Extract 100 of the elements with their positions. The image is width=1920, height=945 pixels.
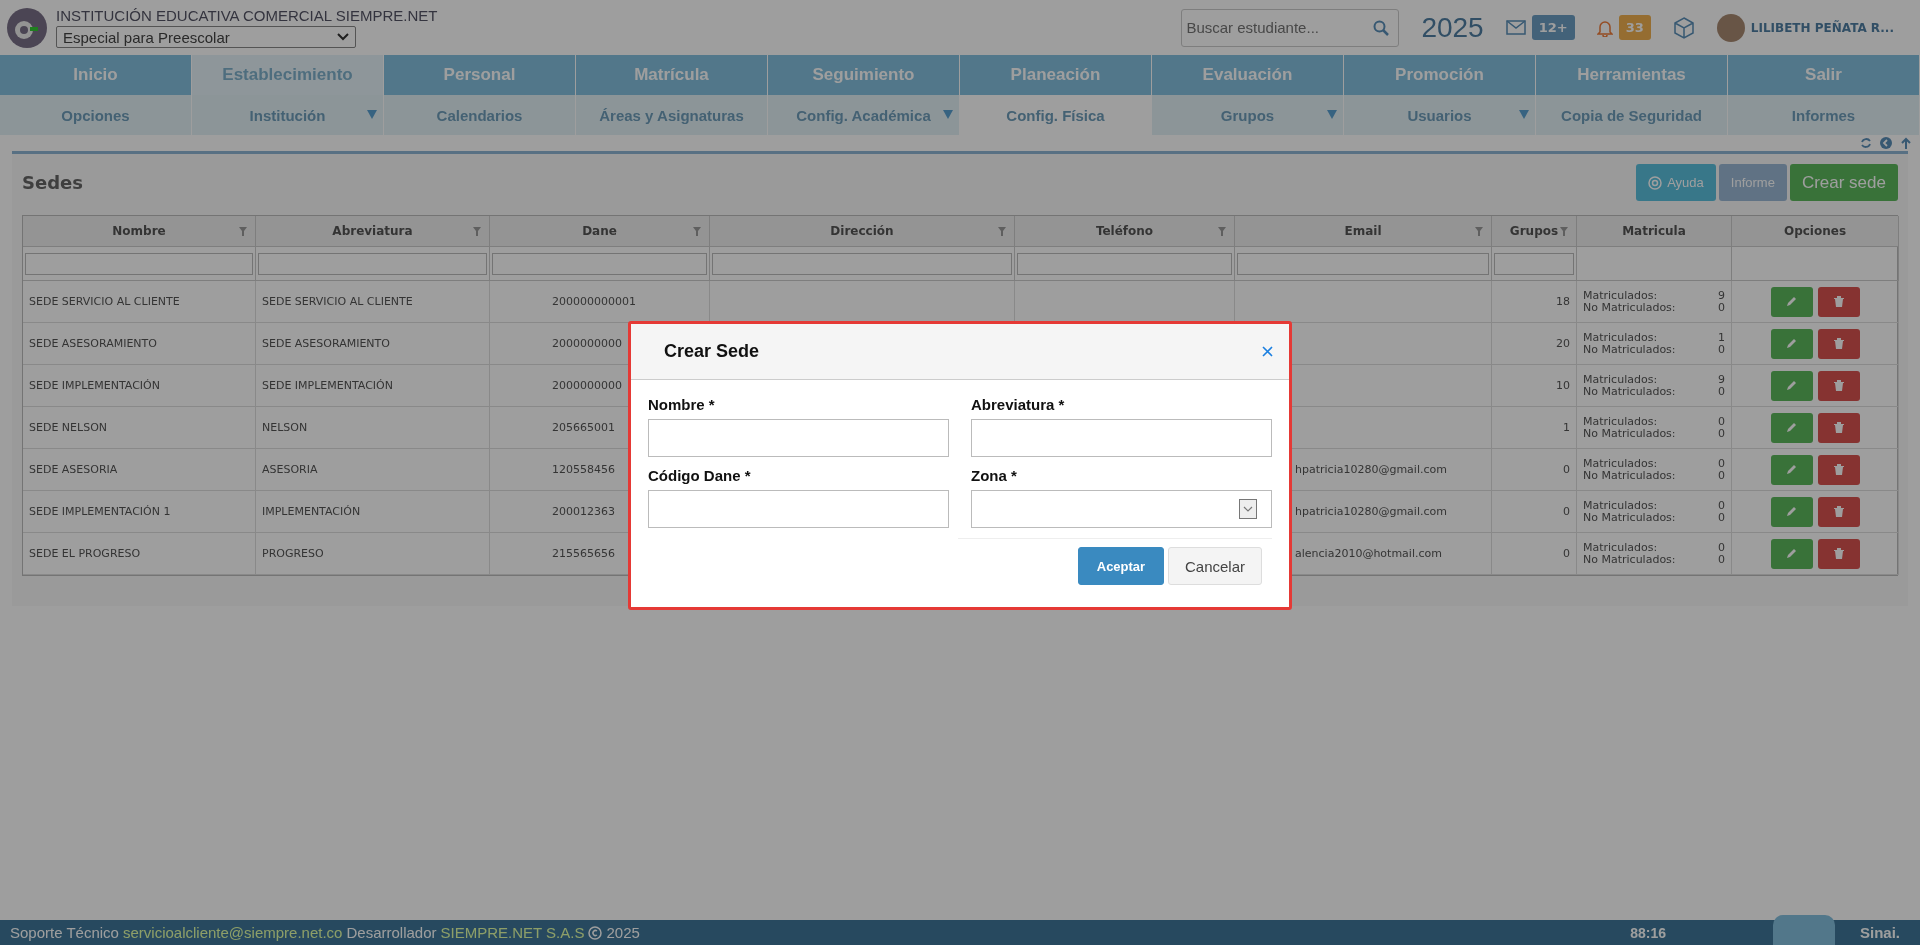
year-label: 2025 <box>1421 11 1484 44</box>
close-icon <box>1262 346 1273 357</box>
chevron-down-icon <box>337 33 349 41</box>
edit-button[interactable] <box>1770 496 1813 527</box>
filter-field[interactable] <box>492 252 707 275</box>
arrow-up-icon[interactable] <box>1900 137 1912 149</box>
edit-button[interactable] <box>1770 454 1813 485</box>
filter-field[interactable] <box>1017 252 1232 275</box>
pencil-icon <box>1786 380 1797 391</box>
table-cell: hpatricia10280@gmail.com <box>1295 505 1447 518</box>
filter-icon[interactable] <box>1560 226 1568 236</box>
filter-icon[interactable] <box>1218 226 1226 236</box>
filter-field[interactable] <box>712 252 1012 275</box>
help-button[interactable]: Ayuda <box>1636 164 1716 201</box>
chat-button[interactable] <box>1773 915 1835 945</box>
search-field[interactable]: Buscar estudiante... <box>1181 8 1400 47</box>
trash-icon <box>1833 548 1844 559</box>
delete-button[interactable] <box>1817 412 1860 443</box>
select-field[interactable] <box>971 490 1272 528</box>
sub-menu-tab[interactable]: Áreas y Asignaturas <box>576 95 768 135</box>
sub-menu-tab[interactable]: Informes <box>1728 95 1920 135</box>
pencil-icon <box>1786 464 1797 475</box>
main-menu-tab[interactable]: Promoción <box>1344 55 1536 95</box>
column-header[interactable]: Email <box>1235 216 1492 247</box>
main-menu-tab[interactable]: Inicio <box>0 55 192 95</box>
table-cell: PROGRESO <box>262 547 324 560</box>
column-header[interactable]: Grupos <box>1492 216 1577 247</box>
caret-icon <box>367 110 377 119</box>
caret-icon <box>1519 110 1529 119</box>
refresh-icon[interactable] <box>1860 137 1872 149</box>
filter-icon[interactable] <box>998 226 1006 236</box>
main-menu-tab[interactable]: Seguimiento <box>768 55 960 95</box>
delete-button[interactable] <box>1817 286 1860 317</box>
user-avatar[interactable] <box>1716 13 1745 42</box>
support-email-link[interactable]: servicioalcliente@siempre.net.co <box>122 924 343 941</box>
edit-button[interactable] <box>1770 370 1813 401</box>
cancel-button[interactable]: Cancelar <box>1167 547 1262 585</box>
filter-icon[interactable] <box>693 226 701 236</box>
sub-menu-tab[interactable]: Usuarios <box>1344 95 1536 135</box>
main-menu-tab[interactable]: Herramientas <box>1536 55 1728 95</box>
sub-menu-tab[interactable]: Opciones <box>0 95 192 135</box>
enrollment-count: 0 <box>1718 427 1725 440</box>
cube-icon[interactable] <box>1672 16 1695 39</box>
program-select[interactable]: Especial para Preescolar <box>56 26 356 48</box>
delete-button[interactable] <box>1817 328 1860 359</box>
report-button[interactable]: Informe <box>1718 164 1787 201</box>
column-header[interactable]: Dane <box>490 216 710 247</box>
sub-menu-tab[interactable]: Institución <box>192 95 384 135</box>
search-icon[interactable] <box>1373 19 1390 36</box>
trash-icon <box>1833 296 1844 307</box>
sub-menu-tab[interactable]: Grupos <box>1152 95 1344 135</box>
column-header[interactable]: Matricula <box>1577 216 1732 247</box>
bell-icon[interactable] <box>1596 18 1613 37</box>
main-menu-tab[interactable]: Evaluación <box>1152 55 1344 95</box>
edit-button[interactable] <box>1770 538 1813 569</box>
developer-link[interactable]: SIEMPRE.NET S.A.S <box>440 924 585 941</box>
filter-icon[interactable] <box>473 226 481 236</box>
table-cell: SEDE SERVICIO AL CLIENTE <box>29 295 180 308</box>
input-field[interactable] <box>648 490 949 528</box>
delete-button[interactable] <box>1817 454 1860 485</box>
edit-button[interactable] <box>1770 328 1813 359</box>
sub-menu-tab[interactable]: Config. Académica <box>768 95 960 135</box>
filter-icon[interactable] <box>239 226 247 236</box>
mail-icon[interactable] <box>1505 20 1526 35</box>
sub-menu-tab[interactable]: Calendarios <box>384 95 576 135</box>
main-menu-tab[interactable]: Personal <box>384 55 576 95</box>
create-button[interactable]: Crear sede <box>1789 164 1898 201</box>
panel-title: Sedes <box>22 172 83 193</box>
main-menu-tab[interactable]: Establecimiento <box>192 55 384 95</box>
accept-button[interactable]: Aceptar <box>1077 547 1164 585</box>
delete-button[interactable] <box>1817 496 1860 527</box>
main-menu-tab[interactable]: Salir <box>1728 55 1920 95</box>
delete-button[interactable] <box>1817 538 1860 569</box>
main-menu-tab[interactable]: Planeación <box>960 55 1152 95</box>
edit-button[interactable] <box>1770 412 1813 443</box>
back-icon[interactable] <box>1880 137 1892 149</box>
filter-field[interactable] <box>1237 252 1489 275</box>
delete-button[interactable] <box>1817 370 1860 401</box>
table-cell: 20 <box>1556 337 1570 350</box>
edit-button[interactable] <box>1770 286 1813 317</box>
institution-name: INSTITUCIÓN EDUCATIVA COMERCIAL SIEMPRE.NET <box>56 7 438 24</box>
filter-icon[interactable] <box>1475 226 1483 236</box>
main-menu-tab[interactable]: Matrícula <box>576 55 768 95</box>
column-header[interactable]: Dirección <box>710 216 1015 247</box>
column-header[interactable]: Nombre <box>23 216 256 247</box>
user-name[interactable]: LILIBETH PEÑATA R... <box>1750 20 1894 35</box>
input-field[interactable] <box>971 419 1272 457</box>
filter-field[interactable] <box>1494 252 1574 275</box>
enrollment-label: Matriculados: <box>1583 415 1658 428</box>
column-header[interactable]: Opciones <box>1732 216 1899 247</box>
table-cell: alencia2010@hotmail.com <box>1295 547 1442 560</box>
column-header[interactable]: Abreviatura <box>256 216 490 247</box>
column-header[interactable]: Teléfono <box>1015 216 1235 247</box>
sub-menu-tab[interactable]: Copia de Seguridad <box>1536 95 1728 135</box>
table-cell: 215565656 <box>552 547 615 560</box>
close-button[interactable] <box>1262 346 1273 357</box>
filter-field[interactable] <box>25 252 253 275</box>
input-field[interactable] <box>648 419 949 457</box>
filter-field[interactable] <box>258 252 487 275</box>
caret-icon <box>943 110 953 119</box>
